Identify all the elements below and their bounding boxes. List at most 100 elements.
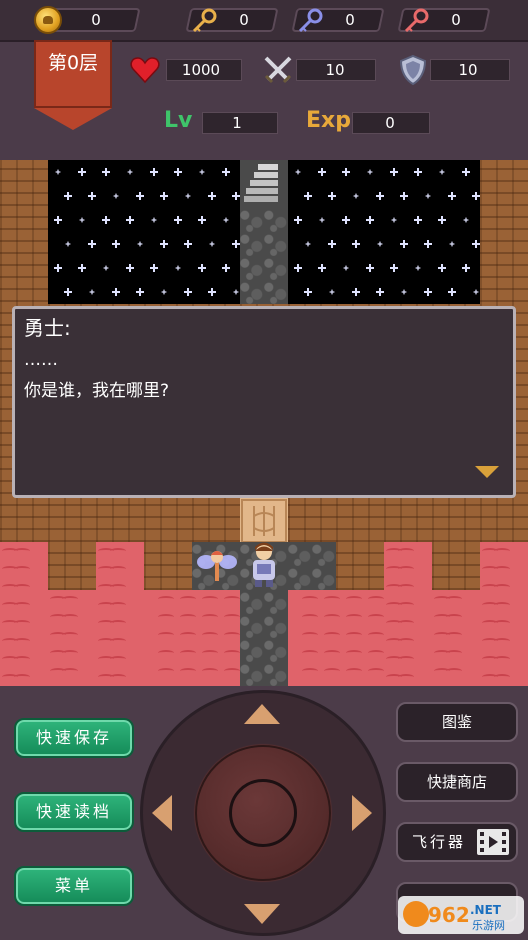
star bbox=[150, 168, 158, 176]
star bbox=[208, 288, 216, 296]
lava-ripple bbox=[434, 596, 450, 602]
lava-ripple bbox=[224, 632, 240, 638]
starfield-right bbox=[288, 160, 480, 304]
lava-ripple bbox=[482, 656, 498, 662]
star bbox=[103, 265, 109, 271]
lava-ripple bbox=[368, 632, 384, 638]
lava-ripple bbox=[2, 602, 18, 608]
lava-ripple bbox=[2, 566, 18, 572]
star bbox=[64, 192, 72, 200]
lava-ripple bbox=[434, 650, 450, 656]
star bbox=[390, 168, 398, 176]
lava-ripple bbox=[434, 614, 450, 620]
star bbox=[174, 168, 182, 176]
star bbox=[294, 264, 302, 272]
lava-tile bbox=[48, 590, 96, 686]
arrow-left-icon[interactable] bbox=[152, 795, 172, 831]
lava-ripple bbox=[180, 596, 196, 602]
hp-value: 1000 bbox=[181, 61, 221, 79]
lava-ripple bbox=[368, 668, 384, 674]
star bbox=[424, 240, 432, 248]
star bbox=[150, 264, 158, 272]
dialog-box[interactable] bbox=[12, 306, 516, 498]
lava-ripple bbox=[386, 602, 402, 608]
defense-value: 10 bbox=[458, 61, 478, 79]
lava-ripple bbox=[50, 596, 66, 602]
star bbox=[102, 216, 110, 224]
lava-ripple bbox=[50, 632, 66, 638]
star bbox=[376, 288, 384, 296]
lava-ripple bbox=[50, 650, 66, 656]
star bbox=[390, 264, 398, 272]
quick-shop-button[interactable]: 快捷商店 bbox=[396, 762, 518, 802]
dpad-ring bbox=[229, 779, 297, 847]
lava-ripple bbox=[98, 548, 114, 554]
star bbox=[448, 192, 456, 200]
lava-ripple bbox=[302, 668, 318, 674]
star bbox=[342, 168, 350, 176]
monster-book-button[interactable]: 图鉴 bbox=[396, 702, 518, 742]
lava-ripple bbox=[386, 620, 402, 626]
floor-label: 第0层 bbox=[47, 52, 99, 74]
lava-ripple bbox=[346, 632, 362, 638]
star bbox=[151, 217, 157, 223]
lava-ripple bbox=[302, 650, 318, 656]
quick-save-button[interactable]: 快速保存 bbox=[14, 718, 134, 758]
lava-ripple bbox=[324, 632, 340, 638]
lava-ripple bbox=[158, 632, 174, 638]
arrow-down-icon[interactable] bbox=[244, 904, 280, 924]
lava-ripple bbox=[482, 602, 498, 608]
lava-ripple bbox=[180, 614, 196, 620]
lava-ripple bbox=[368, 614, 384, 620]
lava-ripple bbox=[98, 674, 114, 680]
star bbox=[88, 240, 96, 248]
star bbox=[126, 264, 134, 272]
lava-tile bbox=[0, 542, 48, 686]
star bbox=[462, 168, 470, 176]
hero-sprite-icon[interactable] bbox=[244, 542, 284, 588]
lava-ripple bbox=[346, 650, 362, 656]
star bbox=[209, 241, 215, 247]
fairy-npc-icon[interactable] bbox=[196, 544, 238, 588]
star bbox=[55, 169, 61, 175]
lava-ripple bbox=[386, 638, 402, 644]
lava-ripple bbox=[224, 596, 240, 602]
lava-ripple bbox=[2, 584, 18, 590]
star bbox=[294, 216, 302, 224]
lava-ripple bbox=[202, 650, 218, 656]
stairs-up-icon[interactable] bbox=[240, 160, 288, 208]
lava-ripple bbox=[224, 614, 240, 620]
lava-tile bbox=[96, 542, 144, 686]
star bbox=[401, 289, 407, 295]
dialog-line: 你是谁，我在哪里? bbox=[24, 381, 170, 401]
lava-tile bbox=[432, 590, 480, 686]
carved-door-icon[interactable] bbox=[240, 498, 288, 544]
menu-button[interactable]: 菜单 bbox=[14, 866, 134, 906]
lava-ripple bbox=[482, 548, 498, 554]
star bbox=[342, 216, 350, 224]
continue-arrow-icon[interactable] bbox=[475, 466, 499, 478]
lava-ripple bbox=[324, 668, 340, 674]
attack-value: 10 bbox=[325, 61, 345, 79]
arrow-right-icon[interactable] bbox=[352, 795, 372, 831]
lava-ripple bbox=[98, 620, 114, 626]
star bbox=[400, 192, 408, 200]
star bbox=[424, 288, 432, 296]
crossed-swords-icon bbox=[264, 56, 292, 84]
star bbox=[199, 169, 205, 175]
arrow-up-icon[interactable] bbox=[244, 704, 280, 724]
lava-ripple bbox=[2, 548, 18, 554]
lava-ripple bbox=[368, 596, 384, 602]
star bbox=[318, 264, 326, 272]
lava-ripple bbox=[324, 596, 340, 602]
dialog-line: …… bbox=[24, 350, 58, 370]
lava-ripple bbox=[180, 650, 196, 656]
star bbox=[366, 264, 374, 272]
quick-load-button[interactable]: 快速读档 bbox=[14, 792, 134, 832]
lava-ripple bbox=[224, 650, 240, 656]
star bbox=[175, 265, 181, 271]
star bbox=[415, 265, 421, 271]
gold-value: 0 bbox=[91, 11, 101, 29]
lava-ripple bbox=[2, 638, 18, 644]
lava-ripple bbox=[482, 584, 498, 590]
